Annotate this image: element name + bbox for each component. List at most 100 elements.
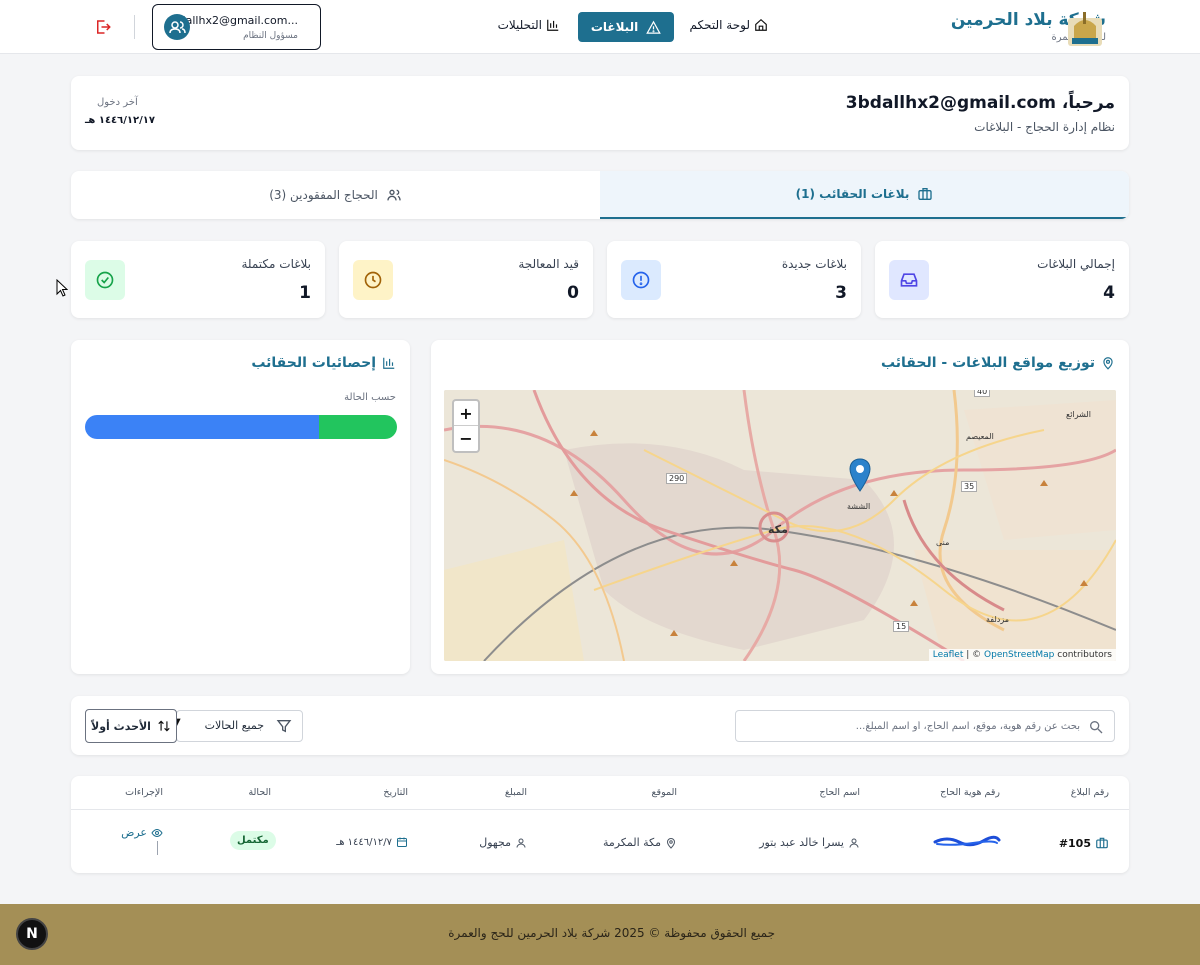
col-reporter: المبلغ [504, 787, 527, 798]
luggage-stats-title: إحصائيات الحقائب [251, 355, 396, 371]
user-email: dallhx2@gmail.com... [178, 14, 298, 27]
map-title-label: توزيع مواقع البلاغات - الحقائب [880, 355, 1095, 371]
road-shield: 35 [961, 481, 978, 492]
nav-reports[interactable]: البلاغات [578, 12, 674, 42]
luggage-stats-title-label: إحصائيات الحقائب [251, 355, 376, 371]
col-location: الموقع [651, 787, 677, 798]
stat-label: قيد المعالجة [518, 257, 579, 271]
tab-luggage-label: بلاغات الحقائب (1) [795, 187, 910, 201]
nav-dashboard[interactable]: لوحة التحكم [690, 18, 769, 32]
leaflet-link[interactable]: Leaflet [933, 650, 964, 660]
pilgrim-name: يسرا خالد عبد بتور [759, 836, 844, 849]
last-login-label: آخر دخول [97, 97, 138, 108]
tabs: بلاغات الحقائب (1) الحجاج المفقودين (3) [71, 171, 1129, 219]
map-label-shisha: الششة [847, 502, 871, 511]
osm-link[interactable]: OpenStreetMap [984, 650, 1054, 660]
stat-label: إجمالي البلاغات [1037, 257, 1115, 271]
bar-chart-icon [547, 19, 559, 31]
check-circle-icon [85, 260, 125, 300]
redaction-scribble [933, 835, 1001, 847]
user-menu[interactable]: dallhx2@gmail.com... مسؤول النظام [152, 4, 321, 50]
cell-report-id: #105 [1059, 836, 1109, 850]
stat-value: 0 [567, 283, 579, 303]
cell-reporter: مجهول [479, 836, 527, 849]
status-bar-segment [319, 415, 397, 439]
status-badge: مكتمل [230, 831, 276, 850]
reporter: مجهول [479, 836, 511, 849]
view-button[interactable]: عرض [121, 826, 163, 839]
tab-luggage[interactable]: بلاغات الحقائب (1) [600, 171, 1129, 219]
stat-total: إجمالي البلاغات 4 [875, 241, 1129, 318]
user-icon [849, 838, 859, 848]
zoom-in-button[interactable]: + [454, 401, 478, 426]
cell-pilgrim-name: يسرا خالد عبد بتور [759, 836, 860, 849]
map-marker-icon[interactable] [849, 458, 871, 492]
mouse-cursor-icon [56, 279, 68, 297]
stat-processing: قيد المعالجة 0 [339, 241, 593, 318]
search-box [735, 710, 1115, 742]
road-shield: 40 [974, 390, 991, 397]
tab-missing-label: الحجاج المفقودين (3) [269, 188, 378, 202]
location: مكة المكرمة [602, 836, 661, 849]
attrib-sep: | © [966, 650, 985, 660]
bar-chart-icon [383, 357, 395, 369]
logout-icon[interactable] [94, 18, 112, 36]
sort-icon [158, 720, 170, 732]
map[interactable]: مكة الششة منى مزدلفة الشرائع المعيصم 290… [444, 390, 1116, 661]
col-report-id: رقم البلاغ [1070, 787, 1109, 798]
table-header: رقم البلاغ رقم هوية الحاج اسم الحاج المو… [71, 776, 1129, 810]
avatar [164, 14, 190, 40]
map-title: توزيع مواقع البلاغات - الحقائب [881, 355, 1115, 371]
cell-date: ١٤٤٦/١٢/٧ هـ [336, 836, 408, 848]
road-shield: 290 [666, 473, 688, 484]
zoom-out-button[interactable]: − [454, 426, 478, 451]
col-pilgrim-name: اسم الحاج [819, 787, 860, 798]
attrib-contrib: contributors [1054, 650, 1112, 660]
map-label-makkah: مكة [768, 523, 788, 536]
brand-logo [1068, 12, 1102, 46]
search-icon [1090, 721, 1103, 734]
nav-dashboard-label: لوحة التحكم [689, 18, 751, 32]
users-icon [169, 21, 186, 34]
col-pilgrim-id: رقم هوية الحاج [940, 787, 1000, 798]
luggage-stats-subtitle: حسب الحالة [344, 392, 396, 403]
stat-label: بلاغات مكتملة [241, 257, 311, 271]
map-label-sharaie: الشرائع [1066, 410, 1091, 419]
map-attribution: Leaflet | © OpenStreetMap contributors [928, 649, 1116, 661]
status-filter[interactable]: جميع الحالات ▼ [173, 710, 303, 742]
user-icon [516, 838, 526, 848]
nav-reports-label: البلاغات [590, 20, 639, 34]
filter-icon [276, 720, 292, 733]
footer: جميع الحقوق محفوظة © 2025 شركة بلاد الحر… [0, 904, 1200, 965]
home-icon [755, 18, 767, 31]
dev-tools-badge[interactable]: N [16, 918, 48, 950]
reports-table: رقم البلاغ رقم هوية الحاج اسم الحاج المو… [71, 776, 1129, 873]
col-status: الحالة [248, 787, 271, 798]
stat-value: 3 [835, 283, 847, 303]
divider [134, 15, 135, 39]
report-id: #105 [1058, 836, 1091, 850]
status-bar-segment [85, 415, 319, 439]
cell-location: مكة المكرمة [603, 836, 677, 849]
stat-value: 1 [299, 283, 311, 303]
map-pin-icon [666, 837, 676, 849]
map-label-mina: منى [936, 538, 950, 547]
welcome-title: مرحباً، 3bdallhx2@gmail.com [845, 93, 1115, 113]
date: ١٤٤٦/١٢/٧ هـ [336, 836, 392, 848]
status-progress-bar [85, 415, 397, 439]
action-divider [157, 841, 158, 855]
stat-completed: بلاغات مكتملة 1 [71, 241, 325, 318]
sort-button-label: الأحدث أولاً [91, 719, 151, 733]
tab-missing[interactable]: الحجاج المفقودين (3) [71, 171, 600, 219]
briefcase-icon [918, 188, 933, 200]
status-filter-value: جميع الحالات [204, 719, 264, 732]
eye-icon [151, 828, 163, 837]
nav-analytics-label: التحليلات [497, 18, 542, 32]
sort-button[interactable]: الأحدث أولاً [85, 709, 177, 743]
welcome-card: مرحباً، 3bdallhx2@gmail.com نظام إدارة ا… [71, 76, 1129, 150]
footer-text: جميع الحقوق محفوظة © 2025 شركة بلاد الحر… [448, 926, 775, 940]
stat-label: بلاغات جديدة [781, 257, 847, 271]
search-input[interactable] [750, 711, 1080, 741]
top-bar: شركة بلاد الحرمين للحج والعمرة لوحة التح… [0, 0, 1200, 54]
nav-analytics[interactable]: التحليلات [498, 18, 560, 32]
